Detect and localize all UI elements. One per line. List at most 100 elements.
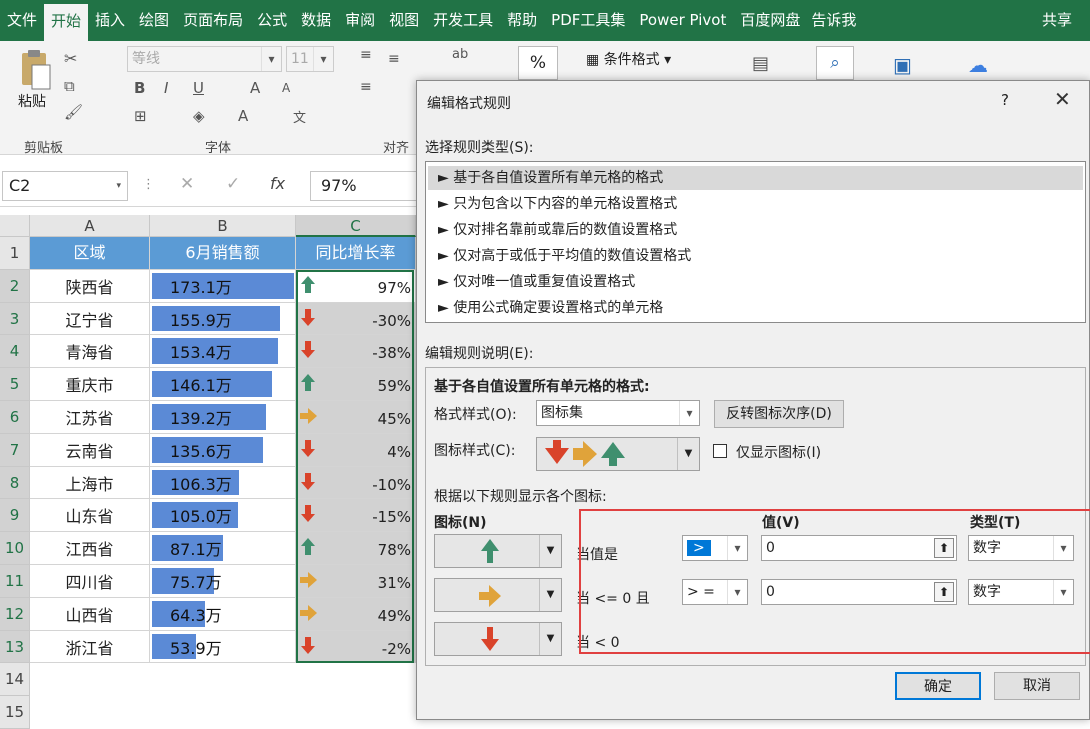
rule1-icon-select[interactable]: ▼ <box>434 534 562 568</box>
region-cell[interactable]: 重庆市 <box>30 368 150 401</box>
orientation-icon[interactable]: ab <box>452 47 468 62</box>
region-cell[interactable]: 江西省 <box>30 532 150 565</box>
growth-cell[interactable]: -15% <box>296 499 416 533</box>
region-cell[interactable]: 辽宁省 <box>30 302 150 336</box>
rule-type-item[interactable]: ► 仅对高于或低于平均值的数值设置格式 <box>428 244 1083 268</box>
region-cell[interactable]: 江苏省 <box>30 401 150 434</box>
sales-cell[interactable]: 64.3万 <box>150 597 296 631</box>
baidu-netdisk-icon[interactable]: ☁ <box>968 53 988 77</box>
tab-14[interactable]: 告诉我 <box>807 0 863 41</box>
rule-type-item[interactable]: ► 仅对唯一值或重复值设置格式 <box>428 270 1083 294</box>
copy-icon[interactable]: ⧉ <box>64 77 75 95</box>
tab-6[interactable]: 数据 <box>294 0 338 41</box>
row-header[interactable]: 6 <box>0 401 30 434</box>
rule-type-item[interactable]: ► 只为包含以下内容的单元格设置格式 <box>428 192 1083 216</box>
tab-10[interactable]: 帮助 <box>500 0 544 41</box>
align-middle-icon[interactable]: ≡ <box>388 51 400 67</box>
tab-1[interactable]: 开始 <box>44 4 89 41</box>
tab-2[interactable]: 插入 <box>88 0 132 41</box>
rule3-icon-select[interactable]: ▼ <box>434 622 562 656</box>
close-icon[interactable]: ✕ <box>1054 87 1071 111</box>
tab-13[interactable]: 百度网盘 <box>733 0 807 41</box>
growth-cell[interactable]: 49% <box>296 597 416 631</box>
cancel-entry-icon[interactable]: ✕ <box>180 174 194 194</box>
cut-icon[interactable]: ✂ <box>64 49 77 68</box>
sales-cell[interactable]: 139.2万 <box>150 401 296 434</box>
column-header[interactable]: A <box>30 215 150 237</box>
sales-cell[interactable]: 135.6万 <box>150 433 296 467</box>
tab-0[interactable]: 文件 <box>0 0 44 41</box>
rule-type-item[interactable]: ► 使用公式确定要设置格式的单元格 <box>428 296 1083 320</box>
sales-cell[interactable]: 153.4万 <box>150 335 296 369</box>
find-icon[interactable]: ⌕ <box>816 46 854 80</box>
growth-cell[interactable]: 59% <box>296 368 416 401</box>
paste-icon[interactable] <box>18 49 52 90</box>
region-cell[interactable]: 山东省 <box>30 499 150 533</box>
help-button[interactable]: ? <box>1001 91 1009 109</box>
cells-icon[interactable]: ▤ <box>752 53 769 74</box>
row-header[interactable]: 15 <box>0 696 30 729</box>
share-button[interactable]: 共享 <box>1035 0 1090 41</box>
tab-12[interactable]: Power Pivot <box>632 0 733 41</box>
growth-cell[interactable]: -10% <box>296 466 416 500</box>
growth-cell[interactable]: 31% <box>296 565 416 598</box>
rule-type-item[interactable]: ► 仅对排名靠前或靠后的数值设置格式 <box>428 218 1083 242</box>
tab-3[interactable]: 绘图 <box>132 0 176 41</box>
row-header[interactable]: 1 <box>0 237 30 270</box>
cancel-button[interactable]: 取消 <box>994 672 1080 700</box>
shrink-font-icon[interactable]: A <box>282 81 290 95</box>
format-style-select[interactable]: 图标集 ▾ <box>536 400 700 426</box>
row-header[interactable]: 4 <box>0 335 30 369</box>
align-left-icon[interactable]: ≡ <box>360 79 372 95</box>
rule-type-item[interactable]: ► 基于各自值设置所有单元格的格式 <box>428 166 1083 190</box>
growth-cell[interactable]: 78% <box>296 532 416 565</box>
border-icon[interactable]: ⊞ <box>134 107 147 125</box>
sales-cell[interactable]: 173.1万 <box>150 269 296 303</box>
row-header[interactable]: 13 <box>0 630 30 664</box>
growth-cell[interactable]: -30% <box>296 302 416 336</box>
region-cell[interactable]: 青海省 <box>30 335 150 369</box>
tab-5[interactable]: 公式 <box>250 0 294 41</box>
sales-cell[interactable]: 106.3万 <box>150 466 296 500</box>
row-header[interactable]: 5 <box>0 368 30 401</box>
column-header[interactable]: B <box>150 215 296 237</box>
analyze-icon[interactable]: ▣ <box>893 53 912 77</box>
region-cell[interactable]: 云南省 <box>30 433 150 467</box>
row-header[interactable]: 8 <box>0 466 30 500</box>
icon-style-select[interactable]: ▼ <box>536 437 700 471</box>
tab-7[interactable]: 审阅 <box>338 0 382 41</box>
row-header[interactable]: 12 <box>0 597 30 631</box>
row-header[interactable]: 9 <box>0 499 30 533</box>
format-painter-icon[interactable]: 🖌 <box>64 103 83 121</box>
show-icon-only-checkbox[interactable] <box>713 444 727 458</box>
growth-cell[interactable]: 4% <box>296 433 416 467</box>
tab-11[interactable]: PDF工具集 <box>544 0 632 41</box>
insert-function-icon[interactable]: fx <box>270 174 285 193</box>
region-cell[interactable]: 陕西省 <box>30 269 150 303</box>
growth-cell[interactable]: -2% <box>296 630 416 664</box>
formula-input[interactable]: 97% <box>310 171 420 201</box>
bold-icon[interactable]: B <box>134 79 145 97</box>
align-top-icon[interactable]: ≡ <box>360 47 372 63</box>
percent-button[interactable]: % <box>518 46 558 80</box>
region-cell[interactable]: 上海市 <box>30 466 150 500</box>
region-cell[interactable]: 山西省 <box>30 597 150 631</box>
ok-button[interactable]: 确定 <box>895 672 981 700</box>
conditional-format-button[interactable]: ▦ 条件格式 ▾ <box>586 49 671 69</box>
row-header[interactable]: 14 <box>0 663 30 697</box>
tab-9[interactable]: 开发工具 <box>426 0 500 41</box>
phonetic-icon[interactable]: 文 <box>293 107 306 126</box>
tab-4[interactable]: 页面布局 <box>176 0 250 41</box>
grow-font-icon[interactable]: A <box>250 79 260 97</box>
header-cell[interactable]: 同比增长率 <box>296 237 416 270</box>
sales-cell[interactable]: 75.7万 <box>150 565 296 598</box>
header-cell[interactable]: 区域 <box>30 237 150 270</box>
row-header[interactable]: 7 <box>0 433 30 467</box>
column-header[interactable]: C <box>296 215 416 237</box>
region-cell[interactable]: 四川省 <box>30 565 150 598</box>
fill-color-icon[interactable]: ◈ <box>193 107 205 125</box>
rule2-icon-select[interactable]: ▼ <box>434 578 562 612</box>
select-all-corner[interactable] <box>0 215 30 237</box>
growth-cell[interactable]: 45% <box>296 401 416 434</box>
tab-8[interactable]: 视图 <box>382 0 426 41</box>
